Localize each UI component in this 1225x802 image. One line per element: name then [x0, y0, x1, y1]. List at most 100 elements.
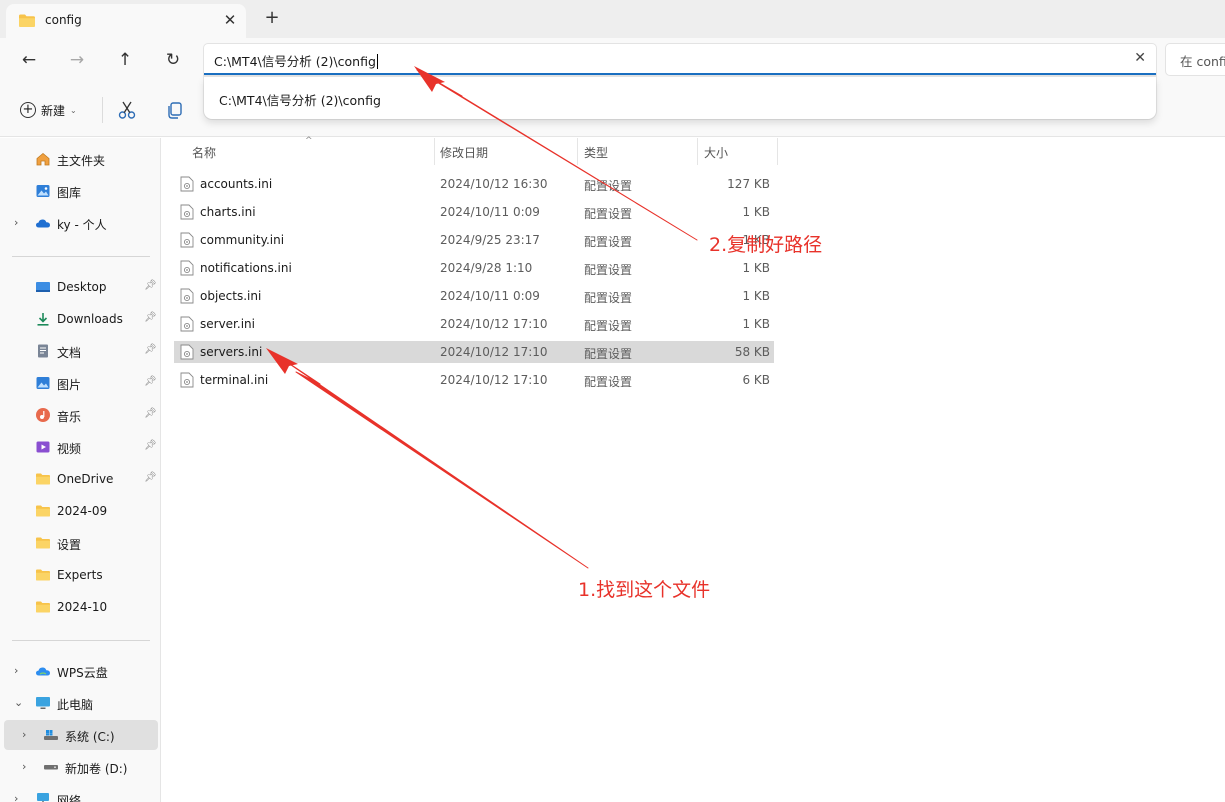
column-divider[interactable] — [697, 138, 698, 165]
back-arrow-icon[interactable]: ← — [17, 48, 41, 72]
cut-icon[interactable] — [115, 98, 139, 122]
file-size: 1 KB — [742, 317, 770, 331]
clear-icon[interactable]: ✕ — [1134, 50, 1146, 66]
address-input[interactable]: C:\MT4\信号分析 (2)\config — [214, 51, 378, 70]
file-size: 1 KB — [742, 261, 770, 275]
ini-file-icon — [180, 316, 194, 332]
sidebar-item-label: OneDrive — [57, 472, 114, 486]
file-date: 2024/10/12 17:10 — [440, 373, 548, 387]
column-header-date[interactable]: 修改日期 — [440, 138, 488, 165]
file-row[interactable]: accounts.ini 2024/10/12 16:30 配置设置 127 K… — [174, 173, 774, 195]
home-icon — [36, 152, 50, 166]
sidebar-item-this-pc[interactable]: ⌄ 此电脑 — [4, 688, 158, 718]
file-row[interactable]: notifications.ini 2024/9/28 1:10 配置设置 1 … — [174, 257, 774, 279]
sidebar-item-experts[interactable]: Experts — [4, 560, 158, 590]
network-icon — [37, 793, 49, 802]
file-type: 配置设置 — [584, 207, 633, 221]
sidebar-item-downloads[interactable]: Downloads 📌︎ — [4, 304, 158, 334]
tab-config[interactable]: config ✕ — [6, 4, 246, 38]
sidebar-item-settings[interactable]: 设置 — [4, 528, 158, 558]
sidebar-item-drive-d[interactable]: › 新加卷 (D:) — [4, 752, 158, 782]
plus-circle-icon: + — [20, 102, 36, 118]
pin-icon[interactable]: 📌︎ — [144, 312, 157, 323]
wps-cloud-icon — [36, 667, 50, 676]
sidebar-item-desktop[interactable]: Desktop 📌︎ — [4, 272, 158, 302]
file-row[interactable]: charts.ini 2024/10/11 0:09 配置设置 1 KB — [174, 201, 774, 223]
sort-ascending-icon: ^ — [305, 136, 313, 146]
address-suggestion-item[interactable]: C:\MT4\信号分析 (2)\config — [219, 90, 381, 109]
sidebar-item-label: 图片 — [57, 378, 82, 392]
column-divider[interactable] — [434, 138, 435, 165]
sidebar-item-label: 此电脑 — [57, 698, 94, 712]
sidebar-item-label: 2024-09 — [57, 504, 108, 518]
sidebar-item-onedrive-personal[interactable]: › ky - 个人 — [4, 208, 158, 238]
sidebar-item-network[interactable]: › 网络 — [4, 784, 158, 802]
sidebar-item-home[interactable]: 主文件夹 — [4, 144, 158, 174]
sidebar-item-wps-cloud[interactable]: › WPS云盘 — [4, 656, 158, 686]
music-icon — [36, 408, 50, 422]
column-header-name[interactable]: 名称 — [192, 138, 216, 165]
file-row[interactable]: terminal.ini 2024/10/12 17:10 配置设置 6 KB — [174, 369, 774, 391]
chevron-right-icon[interactable]: › — [14, 216, 18, 229]
ini-file-icon — [180, 260, 194, 276]
sidebar-item-label: 视频 — [57, 442, 82, 456]
sidebar-item-2024-10[interactable]: 2024-10 — [4, 592, 158, 622]
sidebar-item-label: Desktop — [57, 280, 107, 294]
chevron-right-icon[interactable]: › — [14, 792, 18, 802]
file-row[interactable]: server.ini 2024/10/12 17:10 配置设置 1 KB — [174, 313, 774, 335]
ini-file-icon — [180, 176, 194, 192]
address-bar[interactable]: C:\MT4\信号分析 (2)\config ✕ — [204, 44, 1156, 75]
sidebar-item-label: Downloads — [57, 312, 123, 326]
file-row[interactable]: community.ini 2024/9/25 23:17 配置设置 1 KB — [174, 229, 774, 251]
sidebar-item-label: 网络 — [57, 794, 82, 802]
file-size: 58 KB — [734, 345, 770, 359]
pin-icon[interactable]: 📌︎ — [144, 280, 157, 291]
column-divider[interactable] — [777, 138, 778, 165]
sidebar-item-videos[interactable]: 视频 📌︎ — [4, 432, 158, 462]
file-row-selected[interactable]: servers.ini 2024/10/12 17:10 配置设置 58 KB — [174, 341, 774, 363]
chevron-right-icon[interactable]: › — [14, 664, 18, 677]
chevron-down-icon: ⌄ — [70, 105, 77, 115]
file-size: 1 KB — [742, 205, 770, 219]
sidebar-item-drive-c[interactable]: › 系统 (C:) — [4, 720, 158, 750]
sidebar-item-music[interactable]: 音乐 📌︎ — [4, 400, 158, 430]
ini-file-icon — [180, 344, 194, 360]
column-header-size[interactable]: 大小 — [704, 138, 728, 165]
video-icon — [36, 441, 50, 453]
file-row[interactable]: objects.ini 2024/10/11 0:09 配置设置 1 KB — [174, 285, 774, 307]
pin-icon[interactable]: 📌︎ — [144, 408, 157, 419]
up-arrow-icon[interactable]: ↑ — [113, 48, 137, 72]
chevron-right-icon[interactable]: › — [22, 728, 26, 741]
column-divider[interactable] — [577, 138, 578, 165]
chevron-down-icon[interactable]: ⌄ — [14, 696, 23, 709]
search-input[interactable]: 在 config — [1180, 51, 1225, 70]
sidebar-item-label: WPS云盘 — [57, 666, 108, 680]
sidebar-item-gallery[interactable]: 图库 — [4, 176, 158, 206]
column-header-type[interactable]: 类型 — [584, 138, 608, 165]
file-name: notifications.ini — [200, 261, 292, 275]
pin-icon[interactable]: 📌︎ — [144, 376, 157, 387]
folder-icon — [36, 601, 50, 613]
file-type: 配置设置 — [584, 347, 633, 361]
new-tab-icon[interactable]: + — [262, 8, 282, 28]
folder-icon — [36, 505, 50, 517]
pin-icon[interactable]: 📌︎ — [144, 440, 157, 451]
copy-icon[interactable] — [163, 98, 187, 122]
tab-title: config — [45, 13, 82, 27]
sidebar-item-label: 主文件夹 — [57, 154, 106, 168]
pin-icon[interactable]: 📌︎ — [144, 472, 157, 483]
chevron-right-icon[interactable]: › — [22, 760, 26, 773]
folder-icon — [36, 537, 50, 549]
search-box[interactable]: 在 config — [1166, 44, 1225, 75]
tab-close-icon[interactable]: ✕ — [220, 10, 240, 30]
sidebar-item-documents[interactable]: 文档 📌︎ — [4, 336, 158, 366]
navigation-pane: 主文件夹 图库 › ky - 个人 Desktop 📌︎ Downloads 📌… — [0, 138, 161, 802]
refresh-icon[interactable]: ↻ — [161, 48, 185, 72]
sidebar-item-2024-09[interactable]: 2024-09 — [4, 496, 158, 526]
sidebar-item-onedrive[interactable]: OneDrive 📌︎ — [4, 464, 158, 494]
forward-arrow-icon[interactable]: → — [65, 48, 89, 72]
pin-icon[interactable]: 📌︎ — [144, 344, 157, 355]
sidebar-item-pictures[interactable]: 图片 📌︎ — [4, 368, 158, 398]
sidebar-item-label: 音乐 — [57, 410, 82, 424]
new-button[interactable]: + 新建 ⌄ — [20, 98, 77, 122]
